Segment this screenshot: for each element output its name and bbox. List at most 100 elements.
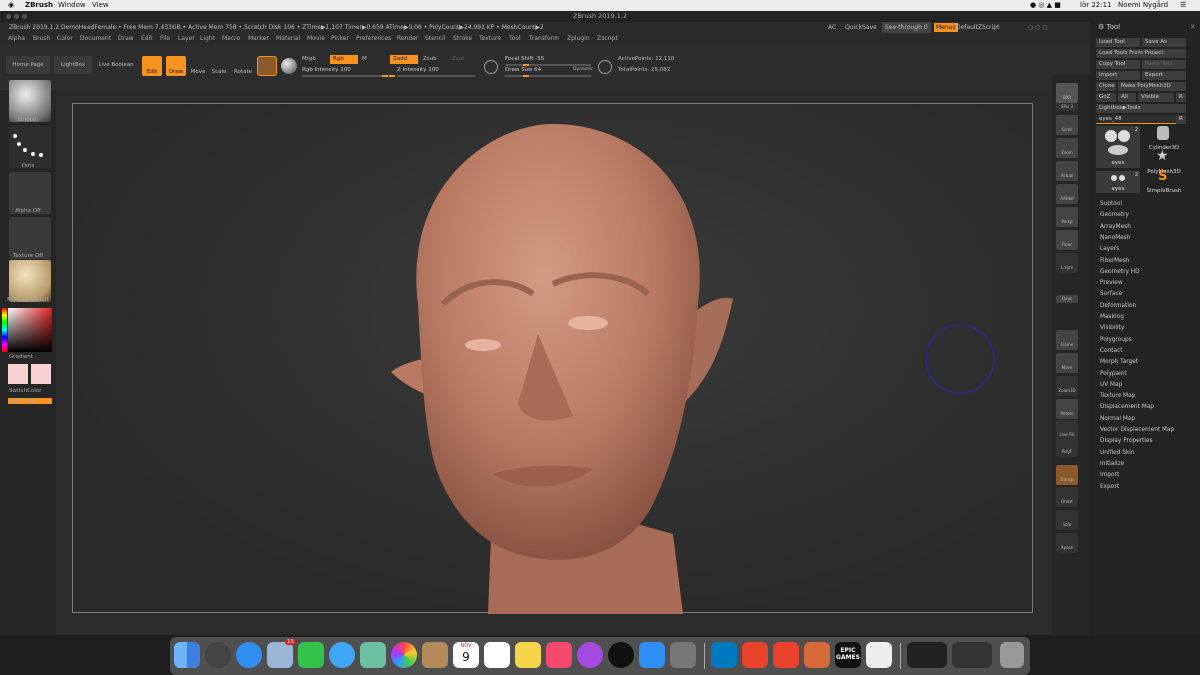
layout-icons[interactable]: ○ ○ ○ bbox=[1028, 22, 1048, 33]
menu-draw[interactable]: Draw bbox=[118, 33, 134, 44]
menu-extras-icon[interactable]: ☰ bbox=[1180, 0, 1186, 11]
bpr-render-button[interactable]: BPR bbox=[1056, 83, 1078, 103]
r-button[interactable]: R bbox=[1176, 93, 1186, 102]
dynamic-toggle[interactable]: Dynamic bbox=[573, 67, 593, 72]
material-swatch-button[interactable] bbox=[257, 56, 277, 76]
subpalette-subtool[interactable]: Subtool bbox=[1100, 201, 1122, 207]
alternate-button[interactable]: Alternate bbox=[8, 398, 52, 404]
live-boolean-button[interactable]: Live Boolean bbox=[96, 56, 136, 74]
zadd-button[interactable]: Zadd bbox=[390, 55, 418, 64]
panel-close-icon[interactable]: ✕ bbox=[1190, 23, 1196, 31]
aahalf-button[interactable]: AAHalf bbox=[1056, 184, 1078, 204]
save-as-button[interactable]: Save As bbox=[1142, 38, 1186, 47]
ac-button[interactable]: AC bbox=[828, 22, 836, 33]
launchpad-icon[interactable] bbox=[205, 642, 231, 668]
export-button[interactable]: Export bbox=[1142, 71, 1186, 80]
subpalette-export[interactable]: Export bbox=[1100, 484, 1119, 490]
quicksave-button[interactable]: QuickSave bbox=[845, 22, 877, 33]
lsym-button[interactable]: L.Sym bbox=[1056, 253, 1078, 273]
menu-material[interactable]: Material bbox=[276, 33, 300, 44]
substance-designer-icon[interactable] bbox=[773, 642, 799, 668]
subpalette-fibermesh[interactable]: FiberMesh bbox=[1100, 258, 1129, 264]
color-sphere-icon[interactable] bbox=[281, 58, 297, 74]
menu-file[interactable]: File bbox=[160, 33, 170, 44]
current-tool-slider[interactable]: eyes_48 bbox=[1096, 115, 1176, 124]
scale-mode-button[interactable]: Scale bbox=[210, 56, 228, 76]
close-window-icon[interactable] bbox=[6, 14, 11, 19]
edit-mode-button[interactable]: Edit bbox=[142, 56, 162, 76]
ghost-button[interactable]: Ghost bbox=[1056, 487, 1078, 507]
subpalette-contact[interactable]: Contact bbox=[1100, 348, 1123, 354]
stroke-picker[interactable] bbox=[9, 126, 51, 168]
zsub-button[interactable]: Zsub bbox=[423, 56, 437, 62]
apple-tv-icon[interactable] bbox=[608, 642, 634, 668]
maps-icon[interactable] bbox=[360, 642, 386, 668]
focal-shift-slider[interactable]: Focal Shift -55 bbox=[505, 55, 591, 66]
subpalette-display-properties[interactable]: Display Properties bbox=[1100, 438, 1153, 444]
r-button-2[interactable]: R bbox=[1176, 115, 1186, 124]
apple-menu-icon[interactable]: ◉ bbox=[8, 0, 14, 11]
z-intensity-slider[interactable]: Z Intensity 100 bbox=[389, 66, 475, 77]
user-name[interactable]: Noemi Nygård bbox=[1118, 0, 1168, 11]
zoom-button[interactable]: Zoom bbox=[1056, 138, 1078, 158]
tool-thumb-cylinder3d[interactable]: Cylinder3D bbox=[1142, 126, 1186, 151]
subpalette-arraymesh[interactable]: ArrayMesh bbox=[1100, 224, 1131, 230]
default-zscript-button[interactable]: DefaultZScript bbox=[956, 22, 999, 33]
actual-button[interactable]: Actual bbox=[1056, 161, 1078, 181]
system-preferences-icon[interactable] bbox=[670, 642, 696, 668]
all-button[interactable]: All bbox=[1118, 93, 1136, 102]
podcasts-icon[interactable] bbox=[577, 642, 603, 668]
menu-tool[interactable]: Tool bbox=[509, 33, 521, 44]
notes-icon[interactable] bbox=[515, 642, 541, 668]
minimize-window-icon[interactable] bbox=[14, 14, 19, 19]
epic-games-icon[interactable]: EPIC GAMES bbox=[835, 642, 861, 668]
move-button[interactable]: Move bbox=[1056, 353, 1078, 373]
xpose-button[interactable]: Xpose bbox=[1056, 533, 1078, 553]
menus-button[interactable]: Menus bbox=[934, 23, 958, 32]
make-polymesh-button[interactable]: Make PolyMesh3D bbox=[1118, 82, 1186, 91]
menu-view[interactable]: View bbox=[92, 0, 109, 11]
rotate-button[interactable]: Rotate bbox=[1056, 399, 1078, 419]
subpalette-polypaint[interactable]: Polypaint bbox=[1100, 371, 1127, 377]
load-tool-button[interactable]: Load Tool bbox=[1096, 38, 1140, 47]
zoom-window-icon[interactable] bbox=[22, 14, 27, 19]
zcut-button[interactable]: Zcut bbox=[452, 56, 464, 62]
visible-button[interactable]: Visible bbox=[1138, 93, 1174, 102]
tool-thumb-polymesh3d[interactable]: ★ PolyMesh3D bbox=[1142, 148, 1186, 175]
document-canvas[interactable] bbox=[72, 103, 1034, 614]
polyf-button[interactable]: PolyF bbox=[1056, 437, 1078, 457]
lightbox-button[interactable]: LightBox bbox=[54, 56, 92, 74]
menu-texture[interactable]: Texture bbox=[479, 33, 501, 44]
qxyz-button[interactable]: Qxyz bbox=[1056, 295, 1078, 303]
frame-button[interactable]: Frame bbox=[1056, 330, 1078, 350]
subpalette-layers[interactable]: Layers bbox=[1100, 246, 1119, 252]
calendar-icon[interactable]: NOV 9 bbox=[453, 642, 479, 668]
menu-window[interactable]: Window bbox=[58, 0, 86, 11]
menu-preferences[interactable]: Preferences bbox=[356, 33, 391, 44]
floor-button[interactable]: Floor bbox=[1056, 230, 1078, 250]
subpalette-initialize[interactable]: Initialize bbox=[1100, 461, 1124, 467]
menu-brush[interactable]: Brush bbox=[33, 33, 50, 44]
sculpt-model-head[interactable] bbox=[73, 104, 1034, 614]
finder-icon[interactable] bbox=[174, 642, 200, 668]
subpalette-texture-map[interactable]: Texture Map bbox=[1100, 393, 1135, 399]
home-page-button[interactable]: Home Page bbox=[6, 56, 50, 74]
subpalette-deformation[interactable]: Deformation bbox=[1100, 303, 1136, 309]
solo-button[interactable]: Solo bbox=[1056, 510, 1078, 530]
contacts-icon[interactable] bbox=[422, 642, 448, 668]
switchcolor-button[interactable]: SwitchColor bbox=[0, 388, 56, 394]
music-icon[interactable] bbox=[546, 642, 572, 668]
menu-macro[interactable]: Macro bbox=[222, 33, 240, 44]
facetime-icon[interactable] bbox=[298, 642, 324, 668]
subpalette-import[interactable]: Import bbox=[1100, 472, 1119, 478]
reminders-icon[interactable] bbox=[484, 642, 510, 668]
copy-tool-button[interactable]: Copy Tool bbox=[1096, 60, 1140, 69]
menu-zscript[interactable]: Zscript bbox=[597, 33, 618, 44]
subpalette-geometry-hd[interactable]: Geometry HD bbox=[1100, 269, 1140, 275]
subpalette-displacement-map[interactable]: Displacement Map bbox=[1100, 404, 1154, 410]
menu-light[interactable]: Light bbox=[200, 33, 215, 44]
spix-slider[interactable]: SPix 3 bbox=[1056, 103, 1078, 111]
lightbox-tools-button[interactable]: Lightbox▶Tools bbox=[1096, 104, 1186, 113]
safari-icon[interactable] bbox=[236, 642, 262, 668]
menu-transform[interactable]: Transform bbox=[529, 33, 559, 44]
